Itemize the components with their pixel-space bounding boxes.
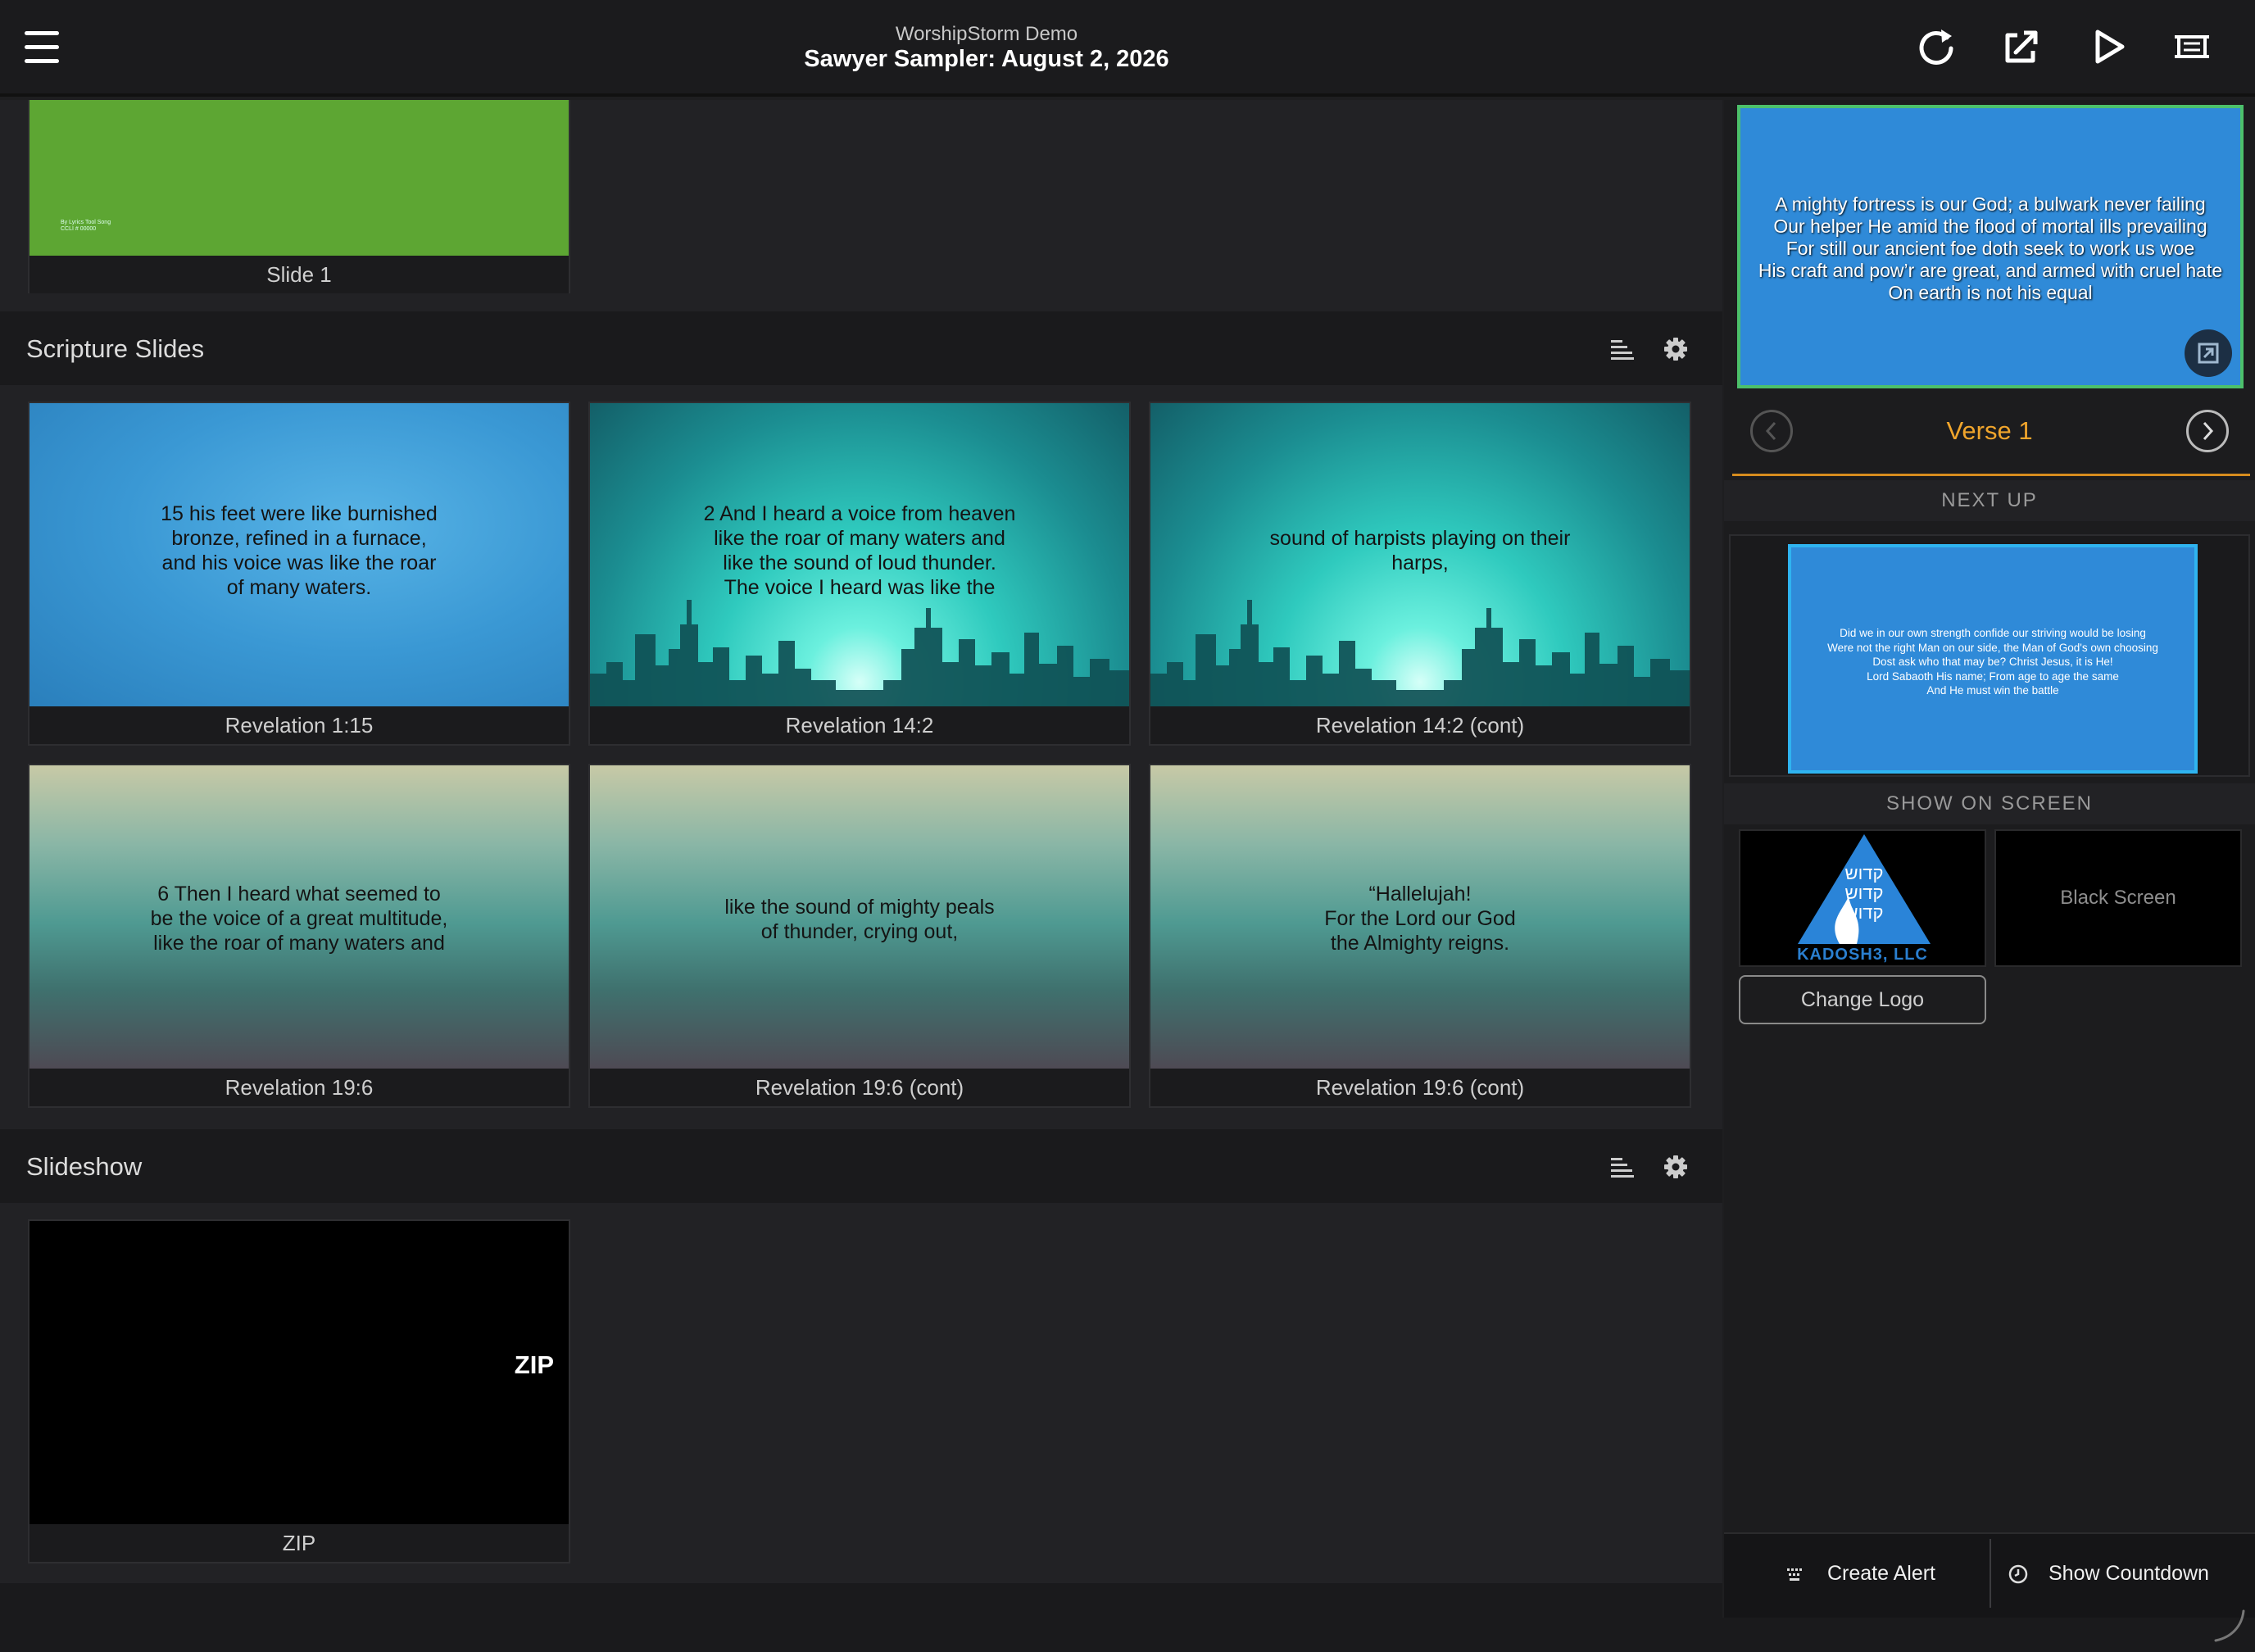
- logo-screen-button[interactable]: קדוש קדוש קדוש KADOSH3, LLC: [1739, 829, 1986, 967]
- slide-tile[interactable]: By Lyrics Tool Song CCLI # 00000 Slide 1: [28, 100, 570, 293]
- service-title: Sawyer Sampler: August 2, 2026: [804, 46, 1169, 72]
- external-edit-icon[interactable]: [1999, 25, 2044, 69]
- black-screen-button[interactable]: Black Screen: [1994, 829, 2242, 967]
- slide-label: Revelation 19:6: [29, 1069, 569, 1106]
- next-up-heading: NEXT UP: [1724, 480, 2255, 521]
- slide-label: Slide 1: [29, 256, 569, 293]
- slide-thumbnail: ZIP: [29, 1221, 569, 1524]
- slide-label: Revelation 14:2 (cont): [1150, 706, 1690, 744]
- chevron-right-icon: [2203, 421, 2214, 441]
- show-countdown-button[interactable]: Show Countdown: [1991, 1539, 2252, 1608]
- slide-text: like the sound of mighty peals of thunde…: [724, 896, 995, 943]
- slide-text: sound of harpists playing on their harps…: [1269, 527, 1571, 574]
- show-on-screen-heading: SHOW ON SCREEN: [1724, 783, 2255, 824]
- slide-thumbnail: like the sound of mighty peals of thunde…: [590, 765, 1129, 1069]
- slide-label: Revelation 19:6 (cont): [590, 1069, 1129, 1106]
- section-title: Slideshow: [26, 1152, 143, 1181]
- slide-thumbnail: 2 And I heard a voice from heaven like t…: [590, 403, 1129, 706]
- next-up-container: Did we in our own strength confide our s…: [1729, 534, 2250, 777]
- refresh-icon[interactable]: [1914, 25, 1958, 69]
- gear-icon[interactable]: [1663, 336, 1689, 362]
- current-verse-label: Verse 1: [1946, 416, 2033, 445]
- app-root: WorshipStorm Demo Sawyer Sampler: August…: [0, 0, 2255, 1652]
- verse-underline: [1732, 474, 2250, 476]
- live-slide-preview[interactable]: A mighty fortress is our God; a bulwark …: [1737, 105, 2244, 388]
- section-header-scripture: Scripture Slides: [0, 311, 1722, 385]
- section-title: Scripture Slides: [26, 334, 205, 363]
- output-screen-icon[interactable]: [2170, 25, 2214, 69]
- black-screen-label: Black Screen: [2060, 887, 2176, 909]
- slide-text: 15 his feet were like burnished bronze, …: [161, 502, 438, 599]
- slide-text: 2 And I heard a voice from heaven like t…: [703, 502, 1016, 599]
- slide-label: ZIP: [29, 1524, 569, 1562]
- zip-badge: ZIP: [514, 1350, 554, 1379]
- slide-thumbnail: sound of harpists playing on their harps…: [1150, 403, 1690, 706]
- city-skyline-graphic: [1150, 600, 1690, 706]
- play-icon[interactable]: [2086, 25, 2130, 69]
- alert-icon: [1787, 1568, 1802, 1581]
- next-up-slide[interactable]: Did we in our own strength confide our s…: [1788, 544, 2198, 774]
- slide-text: 6 Then I heard what seemed to be the voi…: [150, 883, 448, 955]
- section-header-slideshow: Slideshow: [0, 1129, 1722, 1203]
- resize-grip-icon[interactable]: [2207, 1606, 2248, 1647]
- bottom-strip: [0, 1609, 2255, 1652]
- app-subtitle: WorshipStorm Demo: [895, 23, 1078, 45]
- reorder-icon[interactable]: [1609, 1154, 1636, 1180]
- live-panel: A mighty fortress is our God; a bulwark …: [1724, 100, 2255, 1618]
- slide-credit: By Lyrics Tool Song CCLI # 00000: [61, 220, 111, 232]
- gear-icon[interactable]: [1663, 1154, 1689, 1180]
- bottom-action-bar: Create Alert Show Countdown: [1724, 1532, 2255, 1618]
- slide-thumbnail: 15 his feet were like burnished bronze, …: [29, 403, 569, 706]
- logo-caption: KADOSH3, LLC: [1797, 946, 1928, 964]
- slide-tile[interactable]: sound of harpists playing on their harps…: [1149, 402, 1691, 746]
- slide-tile[interactable]: “Hallelujah! For the Lord our God the Al…: [1149, 764, 1691, 1108]
- logo-hebrew-text: קדוש קדוש קדוש: [1844, 863, 1884, 923]
- next-verse-button[interactable]: [2186, 410, 2229, 452]
- create-alert-button[interactable]: Create Alert: [1739, 1539, 1990, 1608]
- expand-icon[interactable]: [2185, 329, 2232, 377]
- slide-text: “Hallelujah! For the Lord our God the Al…: [1324, 883, 1516, 955]
- slide-tile[interactable]: 15 his feet were like burnished bronze, …: [28, 402, 570, 746]
- reorder-icon[interactable]: [1609, 336, 1636, 362]
- top-bar: WorshipStorm Demo Sawyer Sampler: August…: [0, 0, 2255, 97]
- slide-thumbnail: “Hallelujah! For the Lord our God the Al…: [1150, 765, 1690, 1069]
- city-skyline-graphic: [590, 600, 1129, 706]
- clock-icon: [2008, 1564, 2028, 1584]
- slide-label: Revelation 1:15: [29, 706, 569, 744]
- section-header-next: [0, 1583, 1722, 1618]
- slide-tile[interactable]: ZIP ZIP: [28, 1219, 570, 1564]
- slide-tile[interactable]: 6 Then I heard what seemed to be the voi…: [28, 764, 570, 1108]
- show-countdown-label: Show Countdown: [2049, 1562, 2209, 1585]
- create-alert-label: Create Alert: [1827, 1562, 1936, 1585]
- slide-thumbnail: By Lyrics Tool Song CCLI # 00000: [29, 100, 569, 256]
- slides-list[interactable]: By Lyrics Tool Song CCLI # 00000 Slide 1…: [0, 100, 1722, 1618]
- slide-label: Revelation 14:2: [590, 706, 1129, 744]
- next-up-text: Did we in our own strength confide our s…: [1827, 627, 2158, 697]
- change-logo-button[interactable]: Change Logo: [1739, 975, 1986, 1024]
- slide-thumbnail: 6 Then I heard what seemed to be the voi…: [29, 765, 569, 1069]
- slide-tile[interactable]: 2 And I heard a voice from heaven like t…: [588, 402, 1131, 746]
- slide-tile[interactable]: like the sound of mighty peals of thunde…: [588, 764, 1131, 1108]
- slide-label: Revelation 19:6 (cont): [1150, 1069, 1690, 1106]
- live-slide-text: A mighty fortress is our God; a bulwark …: [1758, 193, 2223, 303]
